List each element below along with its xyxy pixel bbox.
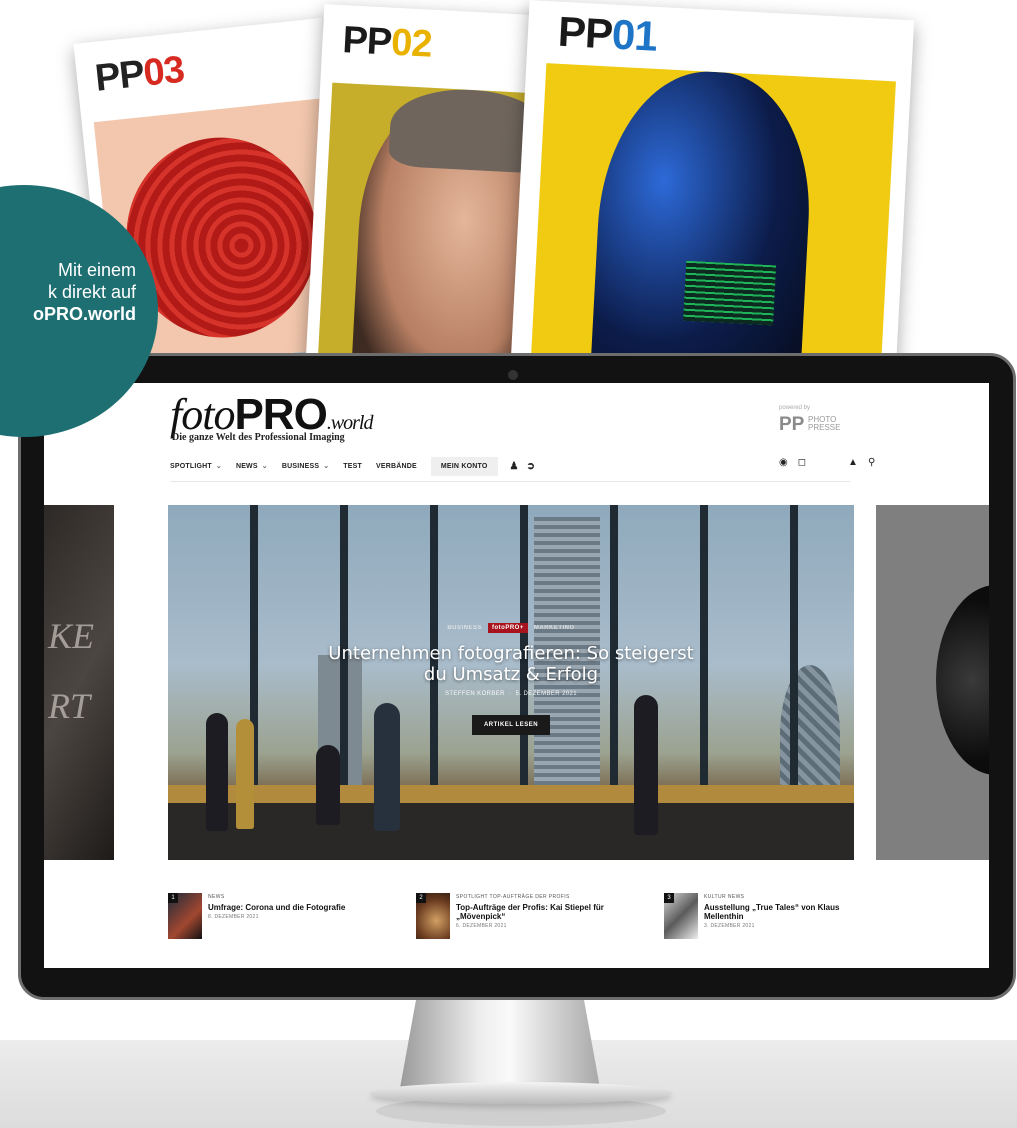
post-thumbnail[interactable]: 2 (416, 893, 450, 939)
site-tagline: Die ganze Welt des Professional Imaging (172, 432, 345, 443)
carousel-prev-slide[interactable]: KE RT (44, 505, 114, 860)
post-thumbnail[interactable]: 3 (664, 893, 698, 939)
nav-item-verbaende[interactable]: VERBÄNDE (376, 463, 417, 470)
instagram-icon[interactable]: ◻ (798, 457, 806, 468)
person-figure (236, 719, 254, 829)
hero-tags: BUSINESS fotoPRO+ MARKETING (168, 623, 854, 633)
list-item[interactable]: 1 NEWS Umfrage: Corona und die Fotografi… (168, 893, 372, 939)
chevron-down-icon: ⌄ (215, 463, 222, 470)
search-icon[interactable]: ⚲ (868, 457, 875, 468)
magazine-logo: PP03 (93, 48, 186, 100)
powered-by-label: powered by (779, 405, 811, 411)
photo-presse-logo[interactable]: PP (779, 414, 804, 436)
nav-item-news[interactable]: NEWS ⌄ (236, 462, 268, 471)
nav-item-business[interactable]: BUSINESS ⌄ (282, 462, 330, 471)
user-icon[interactable]: ♟ (510, 461, 519, 472)
post-category[interactable]: NEWS (208, 894, 345, 900)
prev-slide-text: KE (48, 616, 95, 656)
magazine-logo: PP01 (556, 7, 658, 60)
list-item[interactable]: 3 KULTUR NEWS Ausstellung „True Tales“ v… (664, 893, 868, 939)
facebook-icon[interactable]: ◉ (779, 457, 788, 468)
chevron-down-icon: ⌄ (261, 463, 268, 470)
main-nav: SPOTLIGHT ⌄ NEWS ⌄ BUSINESS ⌄ TEST VERBÄNDE… (170, 453, 850, 479)
cart-icon[interactable]: ▲ (848, 457, 858, 468)
promo-stage: PP03 PP02 PP01 Mit einem k direkt auf oP… (0, 0, 1017, 1128)
hero-byline: STEFFEN KÖRBER · 5. DEZEMBER 2021 (444, 691, 578, 697)
tag-marketing[interactable]: MARKETING (534, 625, 575, 631)
tag-fotopro-plus[interactable]: fotoPRO+ (488, 623, 528, 633)
carousel-next-slide[interactable] (876, 505, 989, 860)
post-rank: 2 (416, 893, 426, 903)
nav-item-test[interactable]: TEST (343, 463, 362, 470)
magazine-pp01: PP01 (510, 0, 915, 380)
post-title[interactable]: Umfrage: Corona und die Fotografie (208, 903, 345, 912)
trending-posts: 1 NEWS Umfrage: Corona und die Fotografi… (168, 893, 868, 939)
badge-line-1: Mit einem (57, 260, 136, 280)
nav-divider (170, 481, 850, 482)
post-category[interactable]: SPOTLIGHT TOP-AUFTRÄGE DER PROFIS (456, 894, 620, 900)
floor-image (168, 803, 854, 860)
post-category[interactable]: KULTUR NEWS (704, 894, 868, 900)
monitor-stand (400, 1000, 600, 1088)
ledge-image (168, 785, 854, 803)
badge-line-3: oPRO.world (33, 304, 136, 324)
nav-item-account[interactable]: MEIN KONTO (430, 456, 498, 476)
post-rank: 1 (168, 893, 178, 903)
website-screen: fotoPRO.world Die ganze Welt des Profess… (44, 383, 989, 968)
prev-slide-text: RT (48, 686, 91, 726)
post-title[interactable]: Ausstellung „True Tales“ von Klaus Melle… (704, 903, 868, 921)
hero-text: BUSINESS fotoPRO+ MARKETING Unternehmen … (168, 623, 854, 735)
person-figure (316, 745, 340, 825)
post-title[interactable]: Top-Aufträge der Profis: Kai Stiepel für… (456, 903, 620, 921)
post-rank: 3 (664, 893, 674, 903)
webcam-dot (508, 370, 518, 380)
post-date: 8. DEZEMBER 2021 (208, 914, 259, 920)
magazine-logo: PP02 (341, 19, 433, 66)
camera-lens-image (936, 585, 989, 775)
post-date: 6. DEZEMBER 2021 (456, 923, 507, 929)
logout-icon[interactable]: ➲ (526, 461, 534, 472)
monitor-stand-base (370, 1082, 672, 1104)
tag-business[interactable]: BUSINESS (447, 625, 482, 631)
post-date: 3. DEZEMBER 2021 (704, 923, 755, 929)
post-thumbnail[interactable]: 1 (168, 893, 202, 939)
social-icons: ◉ ◻ ▲ ⚲ (779, 457, 875, 468)
list-item[interactable]: 2 SPOTLIGHT TOP-AUFTRÄGE DER PROFIS Top-… (416, 893, 620, 939)
hero-slide[interactable]: BUSINESS fotoPRO+ MARKETING Unternehmen … (168, 505, 854, 860)
chevron-down-icon: ⌄ (323, 463, 330, 470)
magazine-cover-image (530, 63, 896, 380)
badge-line-2: k direkt auf (47, 282, 136, 302)
read-article-button[interactable]: ARTIKEL LESEN (471, 715, 551, 735)
hero-title[interactable]: Unternehmen fotografieren: So steigerst d… (168, 643, 854, 685)
nav-item-spotlight[interactable]: SPOTLIGHT ⌄ (170, 462, 222, 471)
photo-presse-wordmark: PHOTO PRESSE (808, 415, 841, 432)
